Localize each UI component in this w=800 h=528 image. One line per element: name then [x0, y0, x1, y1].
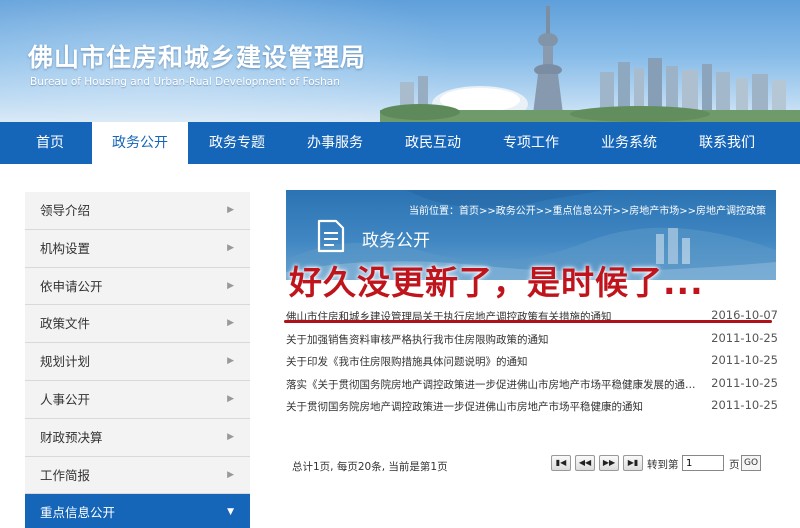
sidebar-item-label: 规划计划 [40, 354, 91, 370]
sidebar-item-organization[interactable]: 机构设置 ▶ [25, 229, 250, 268]
list-item[interactable]: 佛山市住房和城乡建设管理局关于执行房地产调控政策有关措施的通知 2016-10-… [286, 306, 778, 329]
chevron-right-icon: ▶ [227, 242, 234, 253]
news-title-link[interactable]: 关于加强销售资料审核严格执行我市住房限购政策的通知 [286, 332, 704, 347]
sidebar-item-work-briefing[interactable]: 工作简报 ▶ [25, 456, 250, 495]
prev-page-button[interactable]: ◀◀ [575, 455, 595, 471]
nav-item-interaction[interactable]: 政民互动 [384, 122, 482, 164]
sidebar-item-application-disclosure[interactable]: 依申请公开 ▶ [25, 267, 250, 306]
nav-item-contact[interactable]: 联系我们 [678, 122, 776, 164]
sidebar-item-personnel[interactable]: 人事公开 ▶ [25, 380, 250, 419]
sidebar-item-label: 机构设置 [40, 240, 91, 256]
sidebar-item-policy-documents[interactable]: 政策文件 ▶ [25, 305, 250, 344]
news-title-link[interactable]: 落实《关于贯彻国务院房地产调控政策进一步促进佛山市房地产市场平稳健康发展的通知》 [286, 377, 704, 392]
header-banner: 佛山市住房和城乡建设管理局 Bureau of Housing and Urba… [0, 0, 800, 122]
goto-page-input[interactable] [682, 455, 724, 471]
sidebar-item-planning[interactable]: 规划计划 ▶ [25, 343, 250, 381]
document-icon [317, 219, 345, 253]
sidebar-item-budget[interactable]: 财政预决算 ▶ [25, 418, 250, 457]
first-page-button[interactable]: ▮◀ [551, 455, 571, 471]
chevron-right-icon: ▶ [227, 280, 234, 291]
breadcrumb: 当前位置：首页>>政务公开>>重点信息公开>>房地产市场>>房地产调控政策 [408, 206, 766, 217]
nav-item-gov-affairs[interactable]: 政务公开 [92, 122, 188, 164]
nav-item-services[interactable]: 办事服务 [286, 122, 384, 164]
nav-item-home[interactable]: 首页 [0, 122, 100, 164]
annotation-underline [284, 320, 772, 323]
sidebar-item-leaders[interactable]: 领导介绍 ▶ [25, 192, 250, 230]
news-date: 2011-10-25 [711, 330, 778, 345]
pager-summary: 总计1页, 每页20条, 当前是第1页 [292, 461, 448, 473]
page-unit-label: 页 [729, 459, 740, 471]
chevron-right-icon: ▶ [227, 205, 234, 215]
nav-item-special-work[interactable]: 专项工作 [482, 122, 580, 164]
sidebar-item-label: 政策文件 [40, 316, 91, 332]
list-item[interactable]: 关于贯彻国务院房地产调控政策进一步促进佛山市房地产市场平稳健康的通知 2011-… [286, 396, 778, 419]
chevron-right-icon: ▶ [227, 393, 234, 404]
site-subtitle: Bureau of Housing and Urban-Rual Develop… [30, 76, 340, 88]
sidebar-item-key-info[interactable]: 重点信息公开 ▼ [25, 494, 250, 528]
list-item[interactable]: 落实《关于贯彻国务院房地产调控政策进一步促进佛山市房地产市场平稳健康发展的通知》… [286, 374, 778, 397]
sidebar-item-label: 人事公开 [40, 391, 91, 407]
next-page-button[interactable]: ▶▶ [599, 455, 619, 471]
prev-page-icon: ◀◀ [578, 458, 592, 467]
city-skyline-image [380, 6, 800, 122]
sidebar-item-label: 领导介绍 [40, 203, 91, 218]
news-title-link[interactable]: 关于贯彻国务院房地产调控政策进一步促进佛山市房地产市场平稳健康的通知 [286, 399, 704, 414]
chevron-right-icon: ▶ [227, 356, 234, 367]
chevron-right-icon: ▶ [227, 318, 234, 329]
goto-label: 转到第 [647, 459, 679, 471]
first-page-icon: ▮◀ [555, 458, 567, 467]
chevron-down-icon: ▼ [227, 507, 234, 518]
sidebar-item-label: 依申请公开 [40, 278, 103, 294]
list-item[interactable]: 关于印发《我市住房限购措施具体问题说明》的通知 2011-10-25 [286, 351, 778, 374]
sidebar-item-label: 财政预决算 [40, 429, 103, 445]
nav-item-systems[interactable]: 业务系统 [580, 122, 678, 164]
last-page-icon: ▶▮ [627, 458, 639, 467]
sidebar-item-label: 重点信息公开 [40, 505, 116, 521]
overlay-annotation: 好久没更新了，是时候了... [289, 263, 704, 302]
last-page-button[interactable]: ▶▮ [623, 455, 643, 471]
main-nav: 首页 政务公开 政务专题 办事服务 政民互动 专项工作 业务系统 联系我们 [0, 122, 800, 164]
list-item[interactable]: 关于加强销售资料审核严格执行我市住房限购政策的通知 2011-10-25 [286, 329, 778, 352]
sidebar-menu: 领导介绍 ▶ 机构设置 ▶ 依申请公开 ▶ 政策文件 ▶ 规划计划 ▶ 人事公开… [25, 192, 250, 528]
news-date: 2011-10-25 [711, 375, 778, 390]
section-title: 政务公开 [362, 231, 430, 251]
sidebar-item-label: 工作简报 [40, 467, 91, 483]
site-title: 佛山市住房和城乡建设管理局 [28, 43, 367, 72]
next-page-icon: ▶▶ [602, 458, 616, 467]
chevron-right-icon: ▶ [227, 469, 234, 480]
nav-item-topics[interactable]: 政务专题 [188, 122, 286, 164]
news-title-link[interactable]: 关于印发《我市住房限购措施具体问题说明》的通知 [286, 354, 704, 369]
go-button[interactable]: GO [741, 455, 761, 471]
news-date: 2011-10-25 [711, 353, 778, 367]
news-date: 2011-10-25 [711, 398, 778, 412]
chevron-right-icon: ▶ [227, 431, 234, 442]
